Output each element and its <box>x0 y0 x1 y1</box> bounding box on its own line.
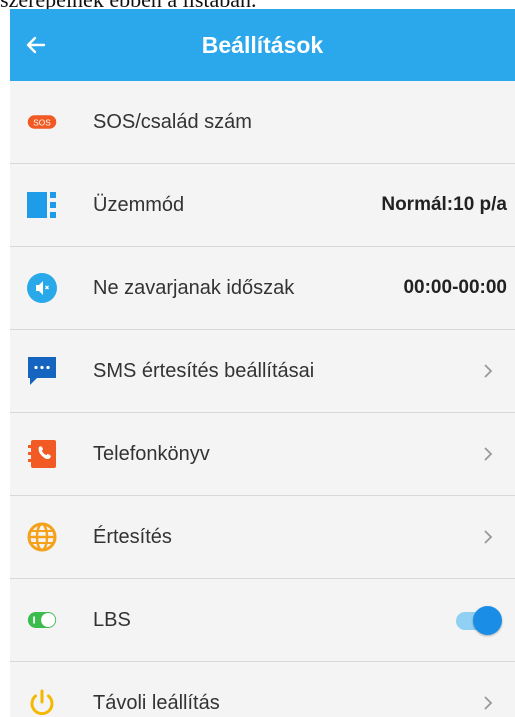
settings-item-label: Ne zavarjanak időszak <box>93 276 295 299</box>
settings-item-label: LBS <box>93 608 131 631</box>
sms-bubble-icon <box>27 356 57 386</box>
do-not-disturb-value: 00:00-00:00 <box>403 277 507 298</box>
phonebook-icon <box>27 439 57 469</box>
chevron-right-icon <box>484 447 493 461</box>
settings-item-label: SOS/család szám <box>93 110 252 133</box>
settings-item-sms[interactable]: SMS értesítés beállításai <box>10 330 515 413</box>
settings-item-notification[interactable]: Értesítés <box>10 496 515 579</box>
back-arrow-icon <box>26 36 46 54</box>
settings-item-label: Üzemmód <box>93 193 185 216</box>
lbs-toggle[interactable] <box>456 605 502 635</box>
mute-speaker-icon <box>27 273 57 303</box>
sos-badge-text: SOS <box>33 118 51 127</box>
settings-item-lbs[interactable]: LBS <box>10 579 515 662</box>
settings-list: SOS SOS/család szám Üzemmód Normál:10 p/… <box>10 81 515 717</box>
settings-item-do-not-disturb[interactable]: Ne zavarjanak időszak 00:00-00:00 <box>10 247 515 330</box>
settings-item-remote-shutdown[interactable]: Távoli leállítás <box>10 662 515 717</box>
toggle-knob <box>473 606 502 635</box>
chevron-right-icon <box>484 696 493 710</box>
mode-icon <box>27 190 57 220</box>
page-caption: szerepelnek ebben a listában. <box>0 0 515 9</box>
power-icon <box>27 688 57 717</box>
chevron-right-icon <box>484 364 493 378</box>
settings-item-label: Értesítés <box>93 525 172 548</box>
settings-item-label: Távoli leállítás <box>93 691 220 714</box>
settings-item-sos[interactable]: SOS SOS/család szám <box>10 81 515 164</box>
settings-item-phonebook[interactable]: Telefonkönyv <box>10 413 515 496</box>
mode-value: Normál:10 p/a <box>381 194 507 215</box>
sos-badge-icon: SOS <box>27 107 57 137</box>
app-bar: Beállítások <box>10 9 515 81</box>
settings-item-label: SMS értesítés beállításai <box>93 359 315 382</box>
globe-icon <box>27 522 57 552</box>
lbs-toggle-icon <box>27 605 57 635</box>
back-button[interactable] <box>10 9 62 81</box>
page-title: Beállítások <box>201 31 324 58</box>
chevron-right-icon <box>484 530 493 544</box>
settings-item-label: Telefonkönyv <box>93 442 210 465</box>
settings-item-mode[interactable]: Üzemmód Normál:10 p/a <box>10 164 515 247</box>
